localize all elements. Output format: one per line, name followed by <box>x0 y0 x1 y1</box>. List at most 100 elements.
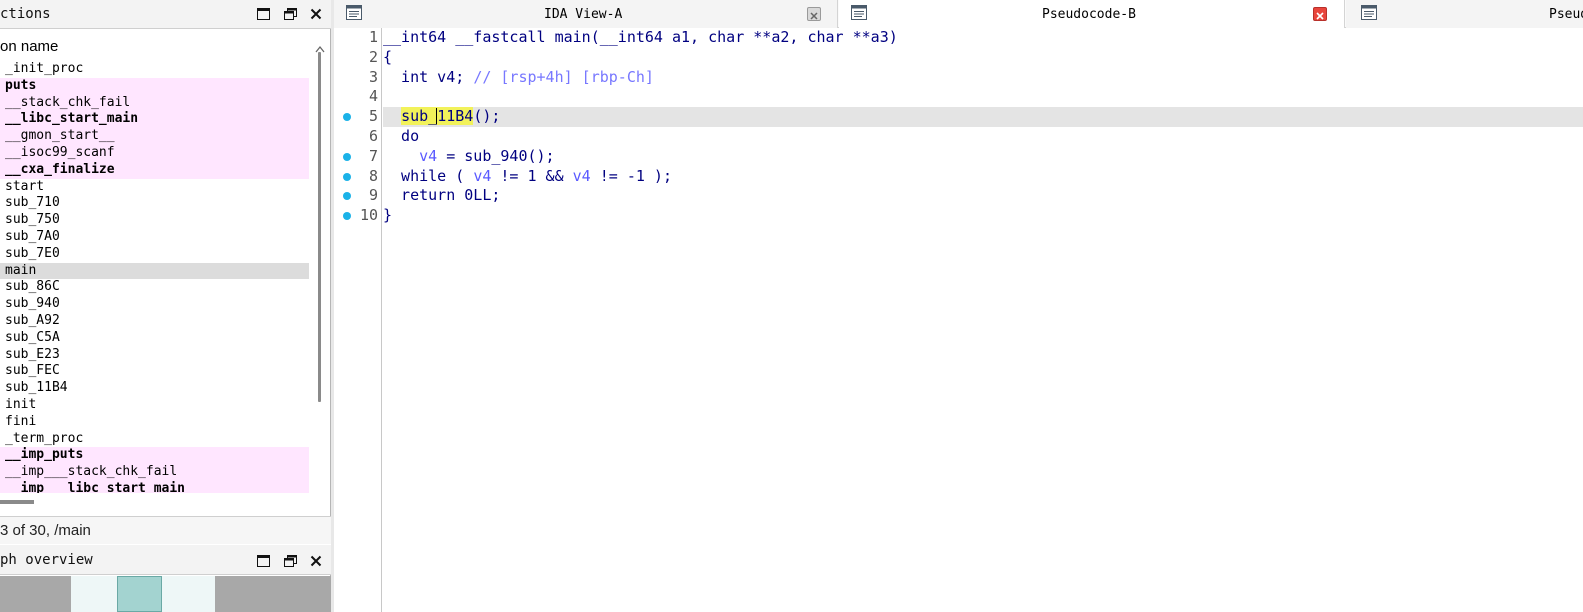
function-row[interactable]: sub_710 <box>0 195 309 212</box>
breakpoint-dot-icon[interactable] <box>343 172 351 181</box>
code-token[interactable]: while ( <box>383 167 473 185</box>
gutter-row[interactable]: 10 <box>334 206 382 226</box>
function-list-scrollbar[interactable] <box>310 34 330 496</box>
code-line[interactable]: } <box>383 206 1583 226</box>
code-comment[interactable]: // [rsp+4h] [rbp-Ch] <box>473 68 654 86</box>
code-token[interactable]: __int64 __fastcall main(__int64 a1, char… <box>383 28 898 46</box>
breakpoint-dot-icon[interactable] <box>343 212 351 221</box>
line-number: 6 <box>368 127 378 145</box>
tab-label: Pseudo <box>1549 7 1583 22</box>
code-token[interactable]: = sub_940(); <box>437 147 554 165</box>
code-token[interactable]: int v4; <box>383 68 473 86</box>
code-variable[interactable]: v4 <box>473 167 491 185</box>
gutter-row[interactable]: 2 <box>334 48 382 68</box>
code-token[interactable] <box>383 147 419 165</box>
function-row[interactable]: sub_FEC <box>0 363 309 380</box>
code-token[interactable]: (); <box>473 107 500 125</box>
graph-viewport[interactable] <box>117 576 162 612</box>
function-row[interactable]: _term_proc <box>0 431 309 448</box>
function-row[interactable]: sub_940 <box>0 296 309 313</box>
function-row[interactable]: __imp___libc_start_main <box>0 480 309 493</box>
code-lines[interactable]: __int64 __fastcall main(__int64 a1, char… <box>383 28 1583 612</box>
gutter-row[interactable]: 6 <box>334 127 382 147</box>
graph-overview-canvas[interactable] <box>0 576 331 612</box>
maximize-icon <box>256 555 270 567</box>
code-line[interactable]: int v4; // [rsp+4h] [rbp-Ch] <box>383 68 1583 88</box>
code-token[interactable] <box>383 107 401 125</box>
function-row[interactable]: sub_750 <box>0 212 309 229</box>
close-icon <box>310 555 322 567</box>
horizontal-scroll-thumb[interactable] <box>0 500 34 504</box>
close-button[interactable] <box>308 6 324 22</box>
function-row[interactable]: sub_7A0 <box>0 229 309 246</box>
function-row[interactable]: __libc_start_main <box>0 111 309 129</box>
code-token[interactable]: != 1 && <box>491 167 572 185</box>
scroll-thumb[interactable] <box>318 52 321 402</box>
function-row[interactable]: __isoc99_scanf <box>0 144 309 162</box>
graph-maximize-button[interactable] <box>255 553 271 569</box>
function-row[interactable]: sub_E23 <box>0 347 309 364</box>
code-line[interactable] <box>383 87 1583 107</box>
graph-overview-title: ph overview <box>0 552 93 568</box>
graph-restore-button[interactable] <box>282 553 298 569</box>
function-row[interactable]: main <box>0 262 309 280</box>
tab-pseudocode-c[interactable]: Pseudo <box>1346 0 1583 28</box>
function-row[interactable]: puts <box>0 77 309 95</box>
function-row[interactable]: sub_11B4 <box>0 380 309 397</box>
function-row[interactable]: sub_7E0 <box>0 246 309 263</box>
graph-close-button[interactable] <box>308 553 324 569</box>
code-token[interactable]: do <box>383 127 419 145</box>
code-line[interactable]: { <box>383 48 1583 68</box>
function-name-column-header[interactable]: on name <box>0 34 310 60</box>
gutter-row[interactable]: 5 <box>334 107 382 127</box>
code-line[interactable]: v4 = sub_940(); <box>383 147 1583 167</box>
code-line[interactable]: __int64 __fastcall main(__int64 a1, char… <box>383 28 1583 48</box>
code-token[interactable]: return 0LL; <box>383 186 500 204</box>
function-row[interactable]: sub_86C <box>0 279 309 296</box>
function-row[interactable]: fini <box>0 414 309 431</box>
code-token[interactable]: != -1 ); <box>591 167 672 185</box>
code-line[interactable]: do <box>383 127 1583 147</box>
gutter-row[interactable]: 8 <box>334 167 382 187</box>
breakpoint-dot-icon[interactable] <box>343 152 351 161</box>
close-icon <box>1316 5 1324 24</box>
function-row[interactable]: sub_C5A <box>0 330 309 347</box>
function-row[interactable]: start <box>0 179 309 196</box>
code-variable[interactable]: v4 <box>419 147 437 165</box>
code-token[interactable]: } <box>383 206 392 224</box>
function-row[interactable]: __imp_puts <box>0 447 309 465</box>
function-row[interactable]: _init_proc <box>0 61 309 78</box>
breakpoint-dot-icon[interactable] <box>343 192 351 201</box>
function-row[interactable]: sub_A92 <box>0 313 309 330</box>
function-list: _init_proc puts __stack_chk_fail __libc_sta… <box>0 61 309 493</box>
code-line[interactable]: while ( v4 != 1 && v4 != -1 ); <box>383 167 1583 187</box>
gutter-row[interactable]: 4 <box>334 87 382 107</box>
code-line[interactable]: return 0LL; <box>383 186 1583 206</box>
gutter-row[interactable]: 7 <box>334 147 382 167</box>
tab-ida-view-a[interactable]: IDA View-A <box>334 0 838 28</box>
gutter-row[interactable]: 1 <box>334 28 382 48</box>
function-row[interactable]: init <box>0 397 309 414</box>
gutter-row[interactable]: 3 <box>334 68 382 88</box>
scroll-up-arrow-icon[interactable] <box>315 38 325 53</box>
pseudocode-view[interactable]: 1 2 3 4 5 6 7 8 9 10 __int64 __fastcall main(__in… <box>334 28 1583 612</box>
tab-label: IDA View-A <box>544 7 623 22</box>
code-variable[interactable]: v4 <box>573 167 591 185</box>
highlighted-identifier[interactable]: 11B4 <box>437 107 474 126</box>
tab-close-button[interactable] <box>807 7 821 21</box>
function-row[interactable]: __cxa_finalize <box>0 161 309 179</box>
maximize-button[interactable] <box>255 6 271 22</box>
highlighted-identifier[interactable]: sub_ <box>401 107 438 126</box>
code-line[interactable]: sub_11B4(); <box>383 107 1583 127</box>
line-number: 9 <box>368 186 378 205</box>
breakpoint-dot-icon[interactable] <box>343 113 351 122</box>
code-token[interactable]: { <box>383 48 392 66</box>
function-row[interactable]: __imp___stack_chk_fail <box>0 464 309 481</box>
function-row[interactable]: __stack_chk_fail <box>0 94 309 112</box>
function-row[interactable]: __gmon_start__ <box>0 128 309 145</box>
restore-button[interactable] <box>282 6 298 22</box>
tab-close-button[interactable] <box>1313 7 1327 21</box>
gutter-row[interactable]: 9 <box>334 186 382 206</box>
line-gutter[interactable]: 1 2 3 4 5 6 7 8 9 10 <box>334 28 382 612</box>
tab-pseudocode-b[interactable]: Pseudocode-B <box>839 0 1345 28</box>
